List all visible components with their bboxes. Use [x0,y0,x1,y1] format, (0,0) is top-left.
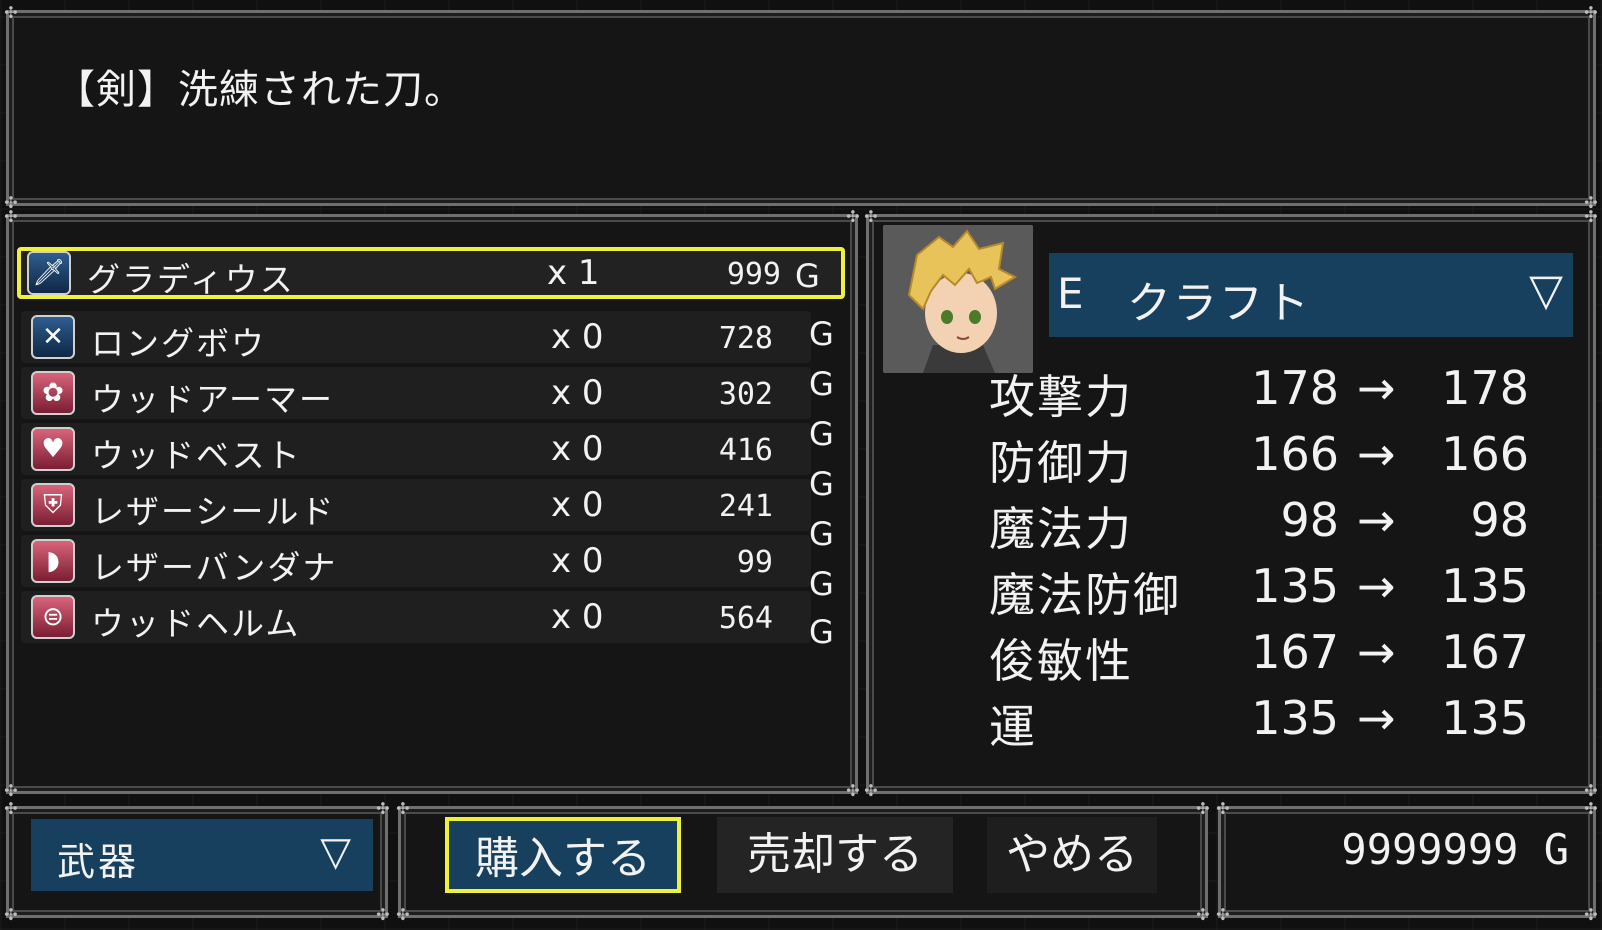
gold-window: ✣ ✣ ✣ ✣ 9999999 G [1216,799,1598,924]
buy-button[interactable]: 購入する [445,817,681,893]
item-qty: x 0 [551,541,604,581]
arrow-right-icon: → [1357,427,1396,481]
item-price: 241 [718,489,773,524]
item-name: レザーバンダナ [91,548,338,587]
bow-icon: ✕ [31,315,75,359]
stat-new: 178 [1441,361,1529,415]
item-name: ウッドアーマー [91,380,335,419]
stat-row-agility: 俊敏性 167 → 167 [989,625,1549,688]
arrow-right-icon: → [1357,691,1396,745]
armor-icon: ✿ [31,371,75,415]
item-row-leather-shield[interactable]: ⛨ レザーシールド x 0 241 [21,479,811,531]
stat-new: 98 [1470,493,1529,547]
category-selector[interactable]: 武器 ▽ [31,819,373,891]
currency-unit: G [809,365,834,403]
shield-icon: ⛨ [31,483,75,527]
character-face [883,225,1033,373]
item-qty: x 0 [551,485,604,525]
stat-label: 魔法防御 [989,568,1181,622]
item-price: 999 [726,257,781,292]
stat-row-magic: 魔法力 98 → 98 [989,493,1549,556]
currency-unit: G [809,565,834,603]
stat-current: 135 [1251,559,1339,613]
item-name: ロングボウ [91,324,266,363]
category-label: 武器 [57,840,140,884]
equip-marker: E [1057,269,1084,318]
gold-amount: 9999999 G [1341,825,1569,874]
stat-row-attack: 攻撃力 178 → 178 [989,361,1549,424]
item-name: ウッドヘルム [91,604,301,643]
item-name: グラディウス [87,260,295,299]
bandana-icon: ◗ [31,539,75,583]
item-qty: x 0 [551,373,604,413]
stat-current: 98 [1280,493,1339,547]
item-list-window: ✣ ✣ ✣ ✣ 🗡 グラディウス x 1 999 G ✕ ロングボウ x 0 728… [4,207,860,800]
stat-new: 167 [1441,625,1529,679]
stat-row-magic-defense: 魔法防御 135 → 135 [989,559,1549,622]
item-price: 564 [718,601,773,636]
stat-label: 俊敏性 [989,634,1133,688]
stat-label: 防御力 [989,436,1133,490]
currency-unit: G [809,465,834,503]
arrow-right-icon: → [1357,559,1396,613]
currency-unit: G [809,415,834,453]
stat-label: 攻撃力 [989,370,1133,424]
stat-new: 166 [1441,427,1529,481]
item-name: ウッドベスト [91,436,302,475]
dropdown-arrow-icon[interactable]: ▽ [320,829,351,875]
command-window: ✣ ✣ ✣ ✣ 購入する 売却する やめる [396,799,1210,924]
item-row-leather-bandana[interactable]: ◗ レザーバンダナ x 0 99 [21,535,811,587]
stat-label: 魔法力 [989,502,1133,556]
item-price: 416 [718,433,773,468]
item-row-gladius[interactable]: 🗡 グラディウス x 1 999 G [17,247,845,299]
category-window: ✣ ✣ ✣ ✣ 武器 ▽ [4,799,390,924]
sell-button[interactable]: 売却する [717,817,953,893]
actor-portrait [883,225,1033,373]
vest-icon: ♥ [31,427,75,471]
arrow-right-icon: → [1357,361,1396,415]
stat-row-luck: 運 135 → 135 [989,691,1549,754]
item-row-wood-armor[interactable]: ✿ ウッドアーマー x 0 302 [21,367,811,419]
stat-current: 166 [1251,427,1339,481]
currency-unit: G [809,315,834,353]
dropdown-arrow-icon[interactable]: ▽ [1529,265,1563,316]
stat-new: 135 [1441,691,1529,745]
item-row-wood-vest[interactable]: ♥ ウッドベスト x 0 416 [21,423,811,475]
item-row-longbow[interactable]: ✕ ロングボウ x 0 728 [21,311,811,363]
item-price: 302 [718,377,773,412]
currency-unit: G [795,257,820,295]
actor-selector[interactable]: E クラフト ▽ [1049,253,1573,337]
stat-current: 135 [1251,691,1339,745]
currency-unit: G [809,515,834,553]
item-name: レザーシールド [91,492,336,531]
stat-current: 167 [1251,625,1339,679]
help-window: ✣ ✣ ✣ ✣ 【剣】洗練された刀。 [4,3,1598,212]
item-price: 728 [718,321,773,356]
sword-icon: 🗡 [27,251,71,295]
stat-current: 178 [1251,361,1339,415]
item-qty: x 0 [551,429,604,469]
item-description: 【剣】洗練された刀。 [55,67,465,113]
item-qty: x 1 [547,253,600,293]
helmet-icon: ⊜ [31,595,75,639]
stat-new: 135 [1441,559,1529,613]
item-row-wood-helm[interactable]: ⊜ ウッドヘルム x 0 564 [21,591,811,643]
arrow-right-icon: → [1357,625,1396,679]
item-qty: x 0 [551,317,604,357]
item-qty: x 0 [551,597,604,637]
stat-label: 運 [989,700,1037,754]
stat-row-defense: 防御力 166 → 166 [989,427,1549,490]
cancel-button[interactable]: やめる [987,817,1157,893]
arrow-right-icon: → [1357,493,1396,547]
item-price: 99 [736,545,773,580]
status-window: ✣ ✣ ✣ ✣ E クラフト ▽ 攻撃力 178 → 178 防御力 166 → 1… [864,207,1598,800]
actor-name: クラフト [1127,278,1311,329]
currency-unit: G [809,613,834,651]
